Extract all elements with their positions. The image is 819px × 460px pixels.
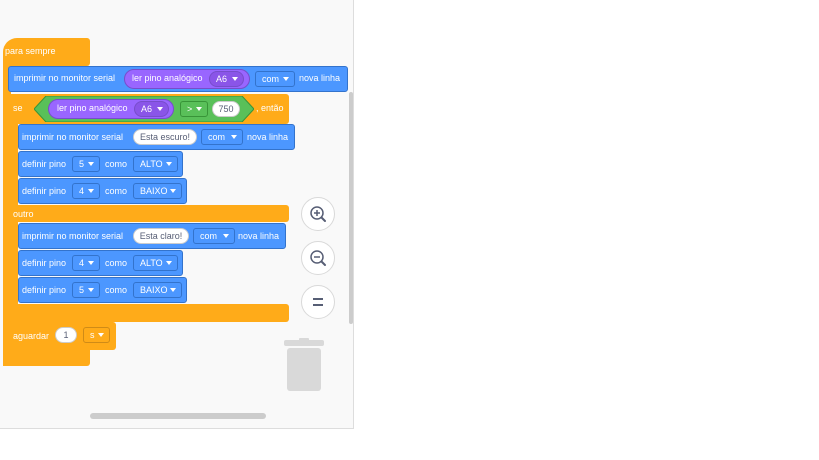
pin-state-dropdown-2[interactable]: BAIXO	[133, 183, 182, 199]
newline-mode-dropdown-1[interactable]: com	[255, 71, 295, 87]
print-text-input-2[interactable]: Esta escuro!	[133, 129, 197, 145]
chevron-down-icon	[170, 288, 176, 292]
else-label: outro	[13, 209, 34, 219]
equals-icon	[313, 298, 323, 306]
forever-label: para sempre	[5, 46, 56, 56]
pin-dropdown-1[interactable]: 5	[72, 156, 100, 172]
if-else-middle	[8, 205, 289, 222]
newline-suffix-1: nova linha	[299, 73, 341, 83]
chevron-down-icon	[283, 77, 289, 81]
if-label: se	[13, 103, 23, 113]
chevron-down-icon	[232, 77, 238, 81]
pin-dropdown-4[interactable]: 5	[72, 282, 100, 298]
chevron-down-icon	[196, 107, 202, 111]
chevron-down-icon	[88, 189, 94, 193]
print-serial-label-3: imprimir no monitor serial	[22, 231, 124, 241]
chevron-down-icon	[223, 234, 229, 238]
zoom-out-button[interactable]	[301, 241, 335, 275]
set-como-label-2: como	[105, 186, 128, 196]
trash-icon[interactable]	[282, 338, 326, 394]
threshold-input[interactable]: 750	[212, 101, 240, 117]
pin-dropdown-3[interactable]: 4	[72, 255, 100, 271]
chevron-down-icon	[88, 162, 94, 166]
chevron-down-icon	[88, 261, 94, 265]
code-workspace[interactable]: para sempre imprimir no monitor serial l…	[0, 0, 354, 429]
wait-value-input[interactable]: 1	[55, 327, 77, 343]
zoom-in-icon	[310, 206, 326, 222]
chevron-down-icon	[166, 162, 172, 166]
then-label: , então	[256, 103, 284, 113]
zoom-reset-button[interactable]	[301, 285, 335, 319]
set-como-label-1: como	[105, 159, 128, 169]
wait-label: aguardar	[13, 331, 50, 341]
newline-mode-dropdown-3[interactable]: com	[193, 228, 235, 244]
zoom-out-icon	[310, 250, 326, 266]
print-serial-label-2: imprimir no monitor serial	[22, 132, 124, 142]
newline-mode-dropdown-2[interactable]: com	[201, 129, 243, 145]
analog-pin-dropdown-2[interactable]: A6	[134, 101, 169, 117]
set-pin-label-4: definir pino	[22, 285, 67, 295]
chevron-down-icon	[166, 261, 172, 265]
print-serial-label-1: imprimir no monitor serial	[14, 73, 116, 83]
chevron-down-icon	[170, 189, 176, 193]
set-pin-label-3: definir pino	[22, 258, 67, 268]
pin-state-dropdown-1[interactable]: ALTO	[133, 156, 178, 172]
set-como-label-4: como	[105, 285, 128, 295]
vertical-scrollbar[interactable]	[349, 92, 353, 324]
newline-suffix-2: nova linha	[247, 132, 289, 142]
analog-pin-dropdown-1[interactable]: A6	[209, 71, 244, 87]
set-como-label-3: como	[105, 258, 128, 268]
comparison-operator-dropdown[interactable]: >	[180, 101, 208, 117]
chevron-down-icon	[88, 288, 94, 292]
wait-unit-dropdown[interactable]: s	[83, 327, 110, 343]
analog-read-label-2: ler pino analógico	[57, 103, 128, 113]
zoom-in-button[interactable]	[301, 197, 335, 231]
chevron-down-icon	[98, 333, 104, 337]
pin-dropdown-2[interactable]: 4	[72, 183, 100, 199]
analog-read-label-1: ler pino analógico	[132, 73, 203, 83]
chevron-down-icon	[157, 107, 163, 111]
set-pin-label-1: definir pino	[22, 159, 67, 169]
set-pin-label-2: definir pino	[22, 186, 67, 196]
print-text-input-3[interactable]: Esta claro!	[133, 228, 189, 244]
horizontal-scrollbar[interactable]	[90, 413, 266, 419]
forever-foot	[3, 348, 90, 366]
pin-state-dropdown-4[interactable]: BAIXO	[133, 282, 182, 298]
pin-state-dropdown-3[interactable]: ALTO	[133, 255, 178, 271]
newline-suffix-3: nova linha	[238, 231, 280, 241]
chevron-down-icon	[231, 135, 237, 139]
if-else-bottom	[8, 304, 289, 322]
